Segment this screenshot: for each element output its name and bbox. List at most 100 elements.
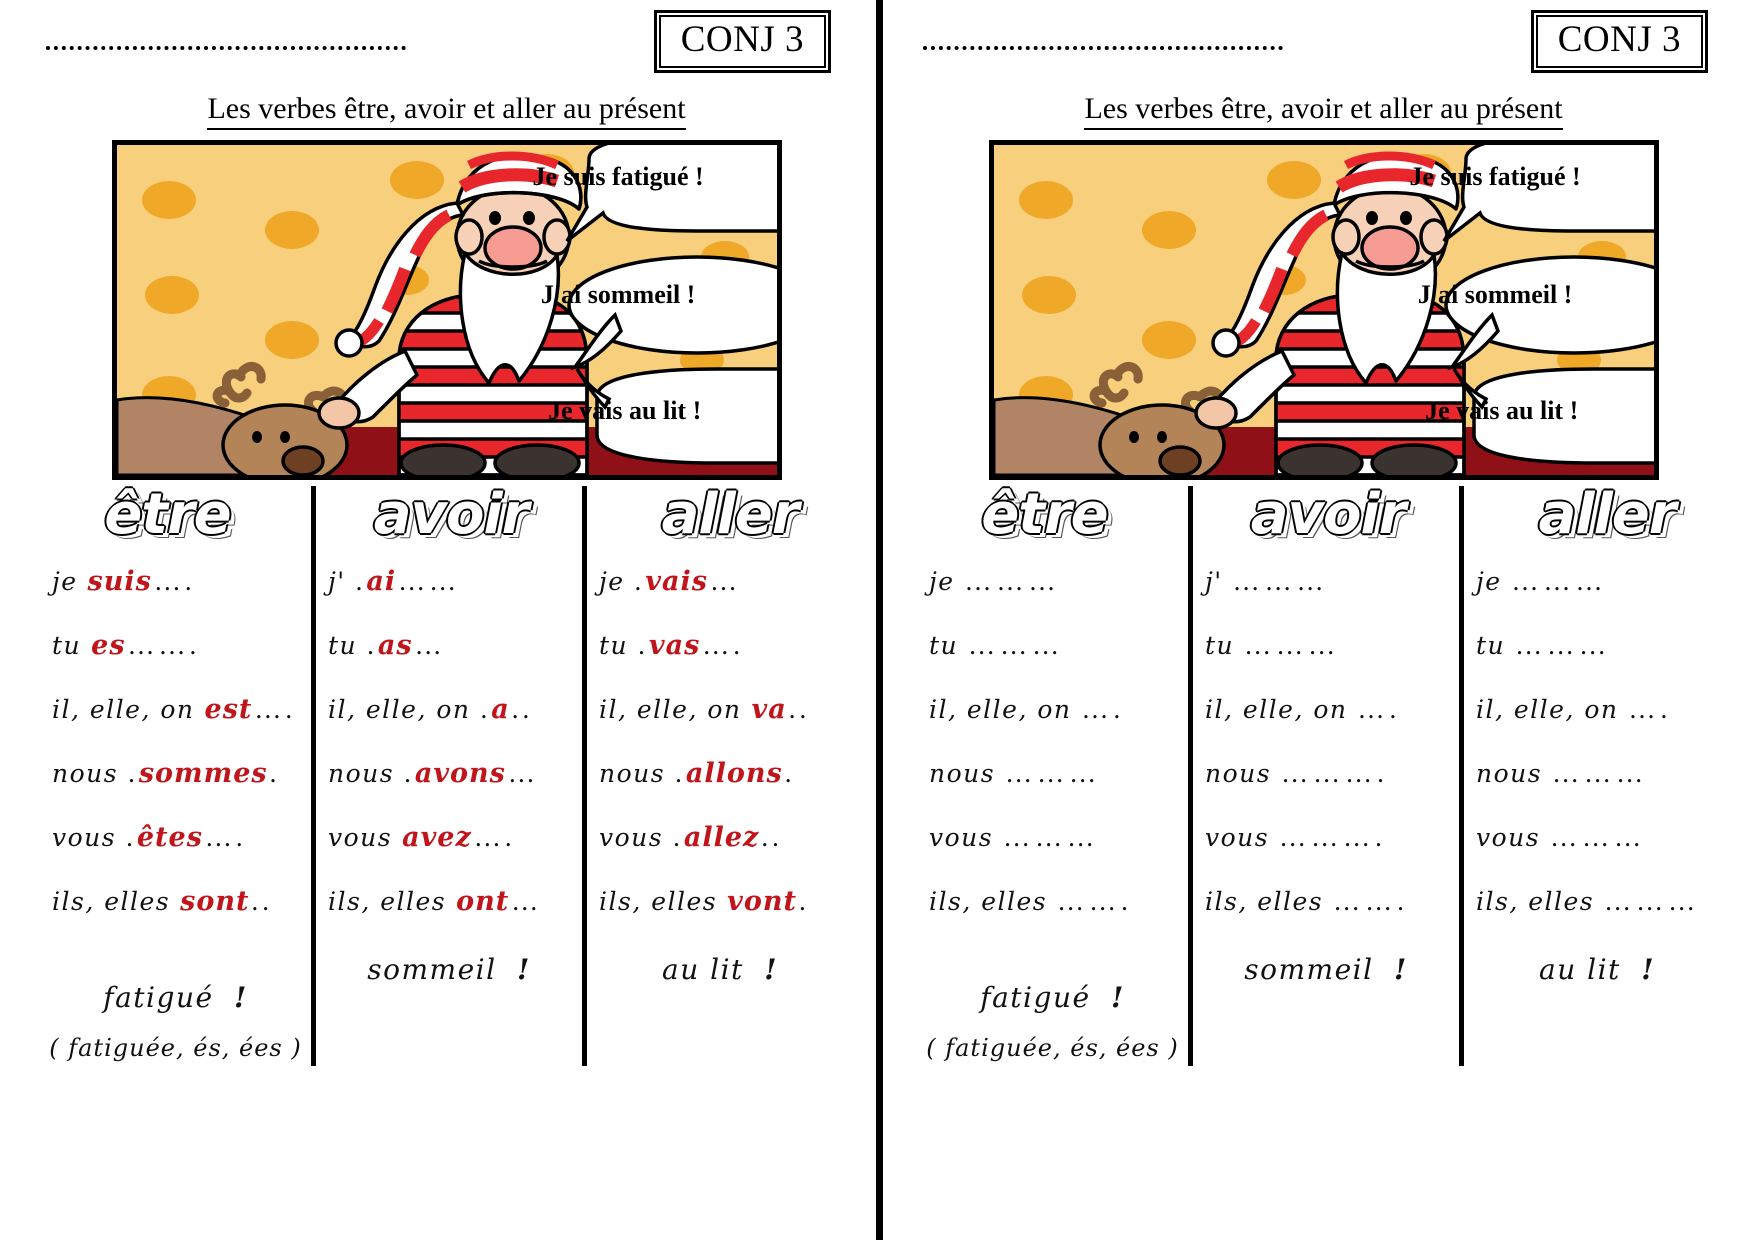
column-footer-bang: ! — [1631, 953, 1655, 986]
answer-text: sont — [180, 886, 249, 917]
dots-after: .. — [512, 694, 534, 725]
column-footer-bang: ! — [1101, 981, 1125, 1014]
conjugation-row-blank[interactable]: vous ……… — [929, 822, 1184, 886]
dots-before: . — [356, 566, 367, 597]
column-footer-bang: ! — [1384, 953, 1408, 986]
conjugation-row-blank[interactable]: il, elle, on …. — [1205, 694, 1455, 758]
lesson-code-box-left: CONJ 3 — [654, 10, 831, 73]
pronoun-label: je — [599, 567, 625, 596]
verb-columns-right: être je ……… tu ……… il, elle, on …. — [917, 486, 1730, 1066]
answer-text: allez — [684, 822, 760, 853]
verb-columns-left: être je suis …. tu es ……. — [40, 486, 853, 1066]
blank-line[interactable]: ……… — [1604, 886, 1700, 917]
blank-line[interactable]: …. — [1082, 694, 1126, 725]
blank-line[interactable]: ………. — [1279, 822, 1387, 853]
lesson-title-text-left: Les verbes être, avoir et aller au prése… — [207, 92, 685, 130]
conjugation-row: il, elle, on . a .. — [328, 694, 578, 758]
pronoun-label: vous — [599, 823, 663, 852]
conjugation-row-blank[interactable]: je ……… — [1476, 566, 1726, 630]
dots-after: . — [785, 758, 796, 789]
verb-title-etre-blank: être — [913, 486, 1176, 556]
pronoun-label: nous — [1476, 759, 1542, 788]
conjugation-row-blank[interactable]: nous ……… — [929, 758, 1184, 822]
blank-line[interactable]: ………. — [1281, 758, 1389, 789]
blank-line[interactable]: ……… — [1515, 630, 1611, 661]
column-footer-note-etre: ( fatiguée, és, ées ) — [40, 1034, 311, 1062]
blank-line[interactable]: ……. — [1333, 886, 1409, 917]
blank-line[interactable]: ……… — [1233, 566, 1329, 597]
dots-after: .. — [761, 822, 783, 853]
column-footer-etre: fatigué ! — [40, 981, 311, 1014]
conjugation-row-blank[interactable]: tu ……… — [1205, 630, 1455, 694]
conjugation-row-blank[interactable]: je ……… — [929, 566, 1184, 630]
conjugation-row-blank[interactable]: tu ……… — [929, 630, 1184, 694]
conjugation-row-blank[interactable]: tu ……… — [1476, 630, 1726, 694]
pronoun-label: ils, elles — [1476, 887, 1594, 916]
answer-text: allons — [686, 758, 783, 789]
verb-column-aller-blank: aller je ……… tu ……… il, elle, on …. — [1459, 486, 1730, 1066]
column-footer-bang: ! — [224, 981, 248, 1014]
pronoun-label: il, elle, on — [328, 695, 471, 724]
column-footer-avoir: sommeil ! — [316, 953, 582, 986]
pronoun-label: nous — [328, 759, 394, 788]
pronoun-label: vous — [1205, 823, 1269, 852]
conjugation-list-etre: je suis …. tu es ……. il, elle, on — [44, 566, 307, 950]
conjugation-row-blank[interactable]: il, elle, on …. — [929, 694, 1184, 758]
dots-before: . — [481, 694, 492, 725]
answer-text: as — [378, 630, 413, 661]
answer-text: êtes — [137, 822, 203, 853]
conjugation-row-blank[interactable]: vous ………. — [1205, 822, 1455, 886]
conjugation-row: vous . êtes …. — [52, 822, 307, 886]
verb-column-etre-blank: être je ……… tu ……… il, elle, on …. — [917, 486, 1188, 1066]
conjugation-row-blank[interactable]: vous ……… — [1476, 822, 1726, 886]
blank-line[interactable]: …. — [1629, 694, 1673, 725]
conjugation-row: il, elle, on est …. — [52, 694, 307, 758]
answer-text: avez — [402, 822, 472, 853]
student-name-line-right[interactable] — [923, 36, 1283, 50]
blank-line[interactable]: ……… — [1550, 822, 1646, 853]
worksheet-copy-left: CONJ 3 Les verbes être, avoir et aller a… — [0, 0, 877, 1240]
conjugation-row: il, elle, on va .. — [599, 694, 849, 758]
conjugation-row: tu es ……. — [52, 630, 307, 694]
dots-before: . — [675, 758, 686, 789]
blank-line[interactable]: ……… — [1244, 630, 1340, 661]
conjugation-row-blank[interactable]: nous ……… — [1476, 758, 1726, 822]
pronoun-label: vous — [1476, 823, 1540, 852]
column-footer-word: au lit — [662, 953, 744, 986]
answer-text: vas — [649, 630, 700, 661]
pronoun-label: il, elle, on — [599, 695, 742, 724]
lesson-code-box-right: CONJ 3 — [1531, 10, 1708, 73]
column-footer-word: fatigué — [980, 981, 1090, 1014]
verb-title-aller: aller — [601, 486, 859, 556]
answer-text: est — [205, 694, 253, 725]
blank-line[interactable]: ……… — [1005, 758, 1101, 789]
lesson-title-left: Les verbes être, avoir et aller au prése… — [40, 94, 853, 126]
blank-line[interactable]: ……. — [1057, 886, 1133, 917]
illustration-right: Je suis fatigué ! J'ai sommeil ! Je vais… — [989, 140, 1659, 480]
conjugation-row-blank[interactable]: ils, elles ……… — [1476, 886, 1726, 950]
blank-line[interactable]: …. — [1358, 694, 1402, 725]
pronoun-label: ils, elles — [929, 887, 1047, 916]
conjugation-row-blank[interactable]: ils, elles ……. — [1205, 886, 1455, 950]
conjugation-row-blank[interactable]: ils, elles ……. — [929, 886, 1184, 950]
conjugation-row-blank[interactable]: j' ……… — [1205, 566, 1455, 630]
blank-line[interactable]: ……… — [1003, 822, 1099, 853]
pronoun-label: tu — [929, 631, 958, 660]
blank-line[interactable]: ……… — [1552, 758, 1648, 789]
pronoun-label: ils, elles — [52, 887, 170, 916]
pronoun-label: nous — [599, 759, 665, 788]
conjugation-list-aller: je . vais … tu . vas …. il, elle, on — [591, 566, 849, 950]
pronoun-label: ils, elles — [328, 887, 446, 916]
blank-line[interactable]: ……… — [1512, 566, 1608, 597]
worksheet-copy-right: CONJ 3 Les verbes être, avoir et aller a… — [877, 0, 1754, 1240]
blank-line[interactable]: ……… — [968, 630, 1064, 661]
conjugation-row: ils, elles vont . — [599, 886, 849, 950]
dots-after: …. — [702, 630, 744, 661]
student-name-line-left[interactable] — [46, 36, 406, 50]
conjugation-row-blank[interactable]: nous ………. — [1205, 758, 1455, 822]
verb-title-avoir: avoir — [322, 486, 580, 556]
conjugation-row-blank[interactable]: il, elle, on …. — [1476, 694, 1726, 758]
conjugation-list-etre-blank: je ……… tu ……… il, elle, on …. nous ……… — [921, 566, 1184, 950]
blank-line[interactable]: ……… — [965, 566, 1061, 597]
dots-after: … — [511, 886, 542, 917]
